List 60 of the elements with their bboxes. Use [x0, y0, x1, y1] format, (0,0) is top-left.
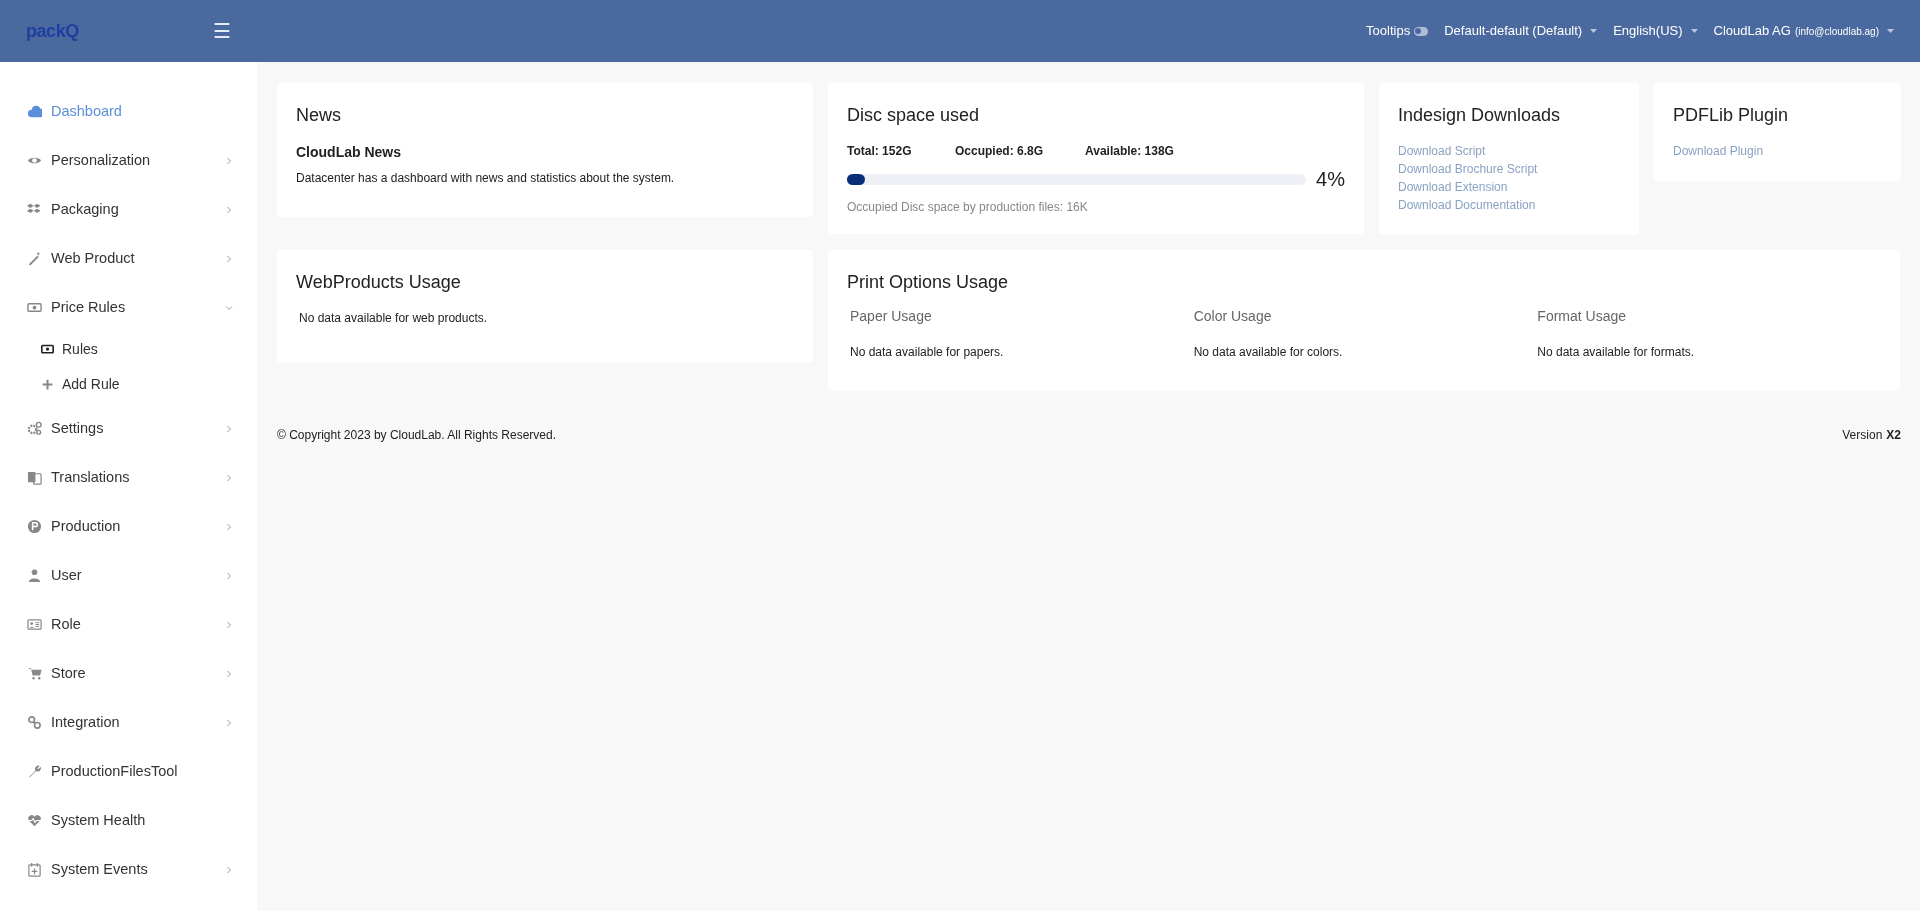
- dropdown-button[interactable]: CloudLab AG (info@cloudlab.ag): [1713, 21, 1894, 41]
- sidebar-item[interactable]: Translations: [27, 453, 235, 502]
- copyright-text: © Copyright 2023 by CloudLab. All Rights Reserved.: [277, 427, 556, 444]
- news-text: Datacenter has a dashboard with news and statistics about the system.: [296, 170, 676, 187]
- news-title: CloudLab News: [296, 143, 402, 162]
- card-title: Disc space used: [847, 104, 981, 127]
- sidebar-item[interactable]: Store: [27, 649, 235, 698]
- cloud-icon: [27, 104, 42, 119]
- sidebar-item[interactable]: System Events: [27, 845, 235, 894]
- plus-icon: [41, 378, 54, 391]
- caret-icon: [1887, 29, 1894, 33]
- sidebar-item[interactable]: Packaging: [27, 185, 235, 234]
- sidebar-item[interactable]: Web Product: [27, 234, 235, 283]
- card-title: News: [296, 104, 342, 127]
- sidebar-item[interactable]: Role: [27, 600, 235, 649]
- sidebar-item[interactable]: User: [27, 551, 235, 600]
- cart-icon: [27, 666, 42, 681]
- version-number: X2: [1886, 427, 1901, 444]
- column-heading: Format Usage: [1537, 307, 1628, 326]
- dropdown-button[interactable]: Default-default (Default): [1444, 21, 1598, 41]
- id-card-icon: [27, 617, 42, 632]
- caret-icon: [1690, 29, 1698, 33]
- disc-stat: Occupied: 6.8G: [955, 143, 1045, 160]
- percent-label: 4%: [1316, 167, 1345, 192]
- money-bill-icon: [41, 343, 54, 356]
- heartbeat-icon: [27, 813, 42, 828]
- empty-message: No data available for papers.: [850, 344, 1005, 361]
- money-bill-icon: [27, 300, 42, 315]
- caret-icon: [1590, 29, 1598, 33]
- menu-button[interactable]: ☰: [213, 21, 231, 41]
- link-icon: [27, 715, 42, 730]
- tooltips-label: Tooltips: [1366, 22, 1411, 41]
- column-heading: Paper Usage: [850, 307, 933, 326]
- person-icon: [27, 568, 42, 583]
- disc-stat: Total: 152G: [847, 143, 913, 160]
- empty-message: No data available for web products.: [298, 310, 489, 327]
- magic-wand-icon: [27, 251, 42, 266]
- sidebar-item[interactable]: ProductionFilesTool: [27, 747, 235, 796]
- card-title: PDFLib Plugin: [1673, 104, 1790, 127]
- empty-message: No data available for colors.: [1193, 344, 1344, 361]
- sidebar-item[interactable]: Production: [27, 502, 235, 551]
- sidebar-item[interactable]: Settings: [27, 404, 235, 453]
- submenu-item[interactable]: Rules: [27, 332, 235, 367]
- sidebar-item[interactable]: System Health: [27, 796, 235, 845]
- submenu-item[interactable]: Add Rule: [27, 367, 235, 402]
- version-label: Version: [1842, 427, 1883, 444]
- column-heading: Color Usage: [1193, 307, 1273, 326]
- card-title: WebProducts Usage: [296, 271, 462, 294]
- disc-stat: Available: 138G: [1085, 143, 1174, 160]
- sidebar-item[interactable]: Personalization: [27, 136, 235, 185]
- dropdown-button[interactable]: English(US): [1613, 21, 1698, 41]
- card-title: Print Options Usage: [847, 271, 1010, 294]
- sidebar-item[interactable]: Integration: [27, 698, 235, 747]
- sidebar-item[interactable]: Price Rules: [27, 283, 235, 332]
- disc-note: Occupied Disc space by production files: 16K: [847, 199, 1089, 216]
- empty-message: No data available for formats.: [1537, 344, 1696, 361]
- calendar-plus-icon: [27, 862, 42, 877]
- card-title: Indesign Downloads: [1398, 104, 1562, 127]
- toggle-switch[interactable]: [1414, 26, 1429, 36]
- p-circle-icon: [27, 519, 42, 534]
